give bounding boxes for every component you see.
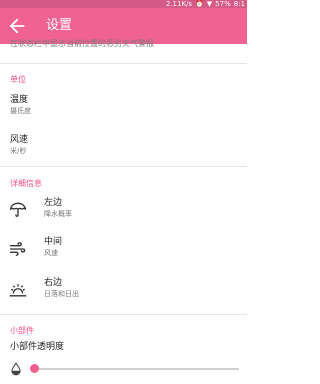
weather-alert-description: 在状态栏中显示当前位置的恶劣天气警报 — [10, 39, 154, 48]
widget-opacity-setting: 小部件透明度 — [0, 341, 247, 355]
detail-subtitle: 日落和日出 — [44, 290, 79, 298]
detail-subtitle: 降水概率 — [44, 210, 72, 218]
setting-wind-speed[interactable]: 风速 米/秒 — [0, 132, 247, 162]
detail-title: 右边 — [44, 278, 63, 288]
detail-title: 中间 — [44, 237, 63, 247]
setting-value: 摄氏度 — [10, 107, 31, 115]
battery-percent: 57% — [215, 0, 231, 8]
divider — [0, 166, 247, 167]
detail-subtitle: 风速 — [44, 249, 58, 257]
status-bar: 2.11K/s ⏰ ▼ 57% 8:1 — [0, 0, 247, 8]
divider — [0, 314, 247, 315]
setting-value: 米/秒 — [10, 147, 27, 155]
setting-title: 风速 — [10, 135, 29, 145]
section-header-units: 单位 — [10, 75, 26, 84]
opacity-slider-row — [0, 359, 247, 379]
detail-item-middle[interactable]: 中间 风速 — [0, 233, 247, 267]
setting-temperature[interactable]: 温度 摄氏度 — [0, 92, 247, 122]
sunrise-icon — [9, 284, 27, 297]
clock: 8:1 — [233, 0, 245, 8]
umbrella-icon — [9, 202, 27, 217]
back-arrow-icon[interactable] — [6, 15, 28, 37]
setting-title: 温度 — [10, 95, 29, 105]
section-header-details: 详细信息 — [10, 179, 42, 188]
slider-track[interactable] — [34, 368, 239, 370]
detail-item-left[interactable]: 左边 降水概率 — [0, 194, 247, 228]
opacity-drop-icon — [11, 362, 21, 376]
detail-title: 左边 — [44, 198, 63, 208]
divider — [0, 63, 247, 64]
wifi-icon: ▼ — [206, 0, 213, 8]
detail-item-right[interactable]: 右边 日落和日出 — [0, 274, 247, 308]
wind-icon — [9, 242, 26, 256]
page-title: 设置 — [46, 18, 73, 33]
alarm-icon: ⏰ — [195, 0, 204, 8]
status-icons: 2.11K/s ⏰ ▼ 57% 8:1 — [166, 0, 245, 8]
network-speed: 2.11K/s — [165, 0, 193, 8]
section-header-widget: 小部件 — [10, 326, 34, 335]
slider-thumb[interactable] — [29, 364, 39, 373]
setting-title: 小部件透明度 — [10, 342, 65, 352]
